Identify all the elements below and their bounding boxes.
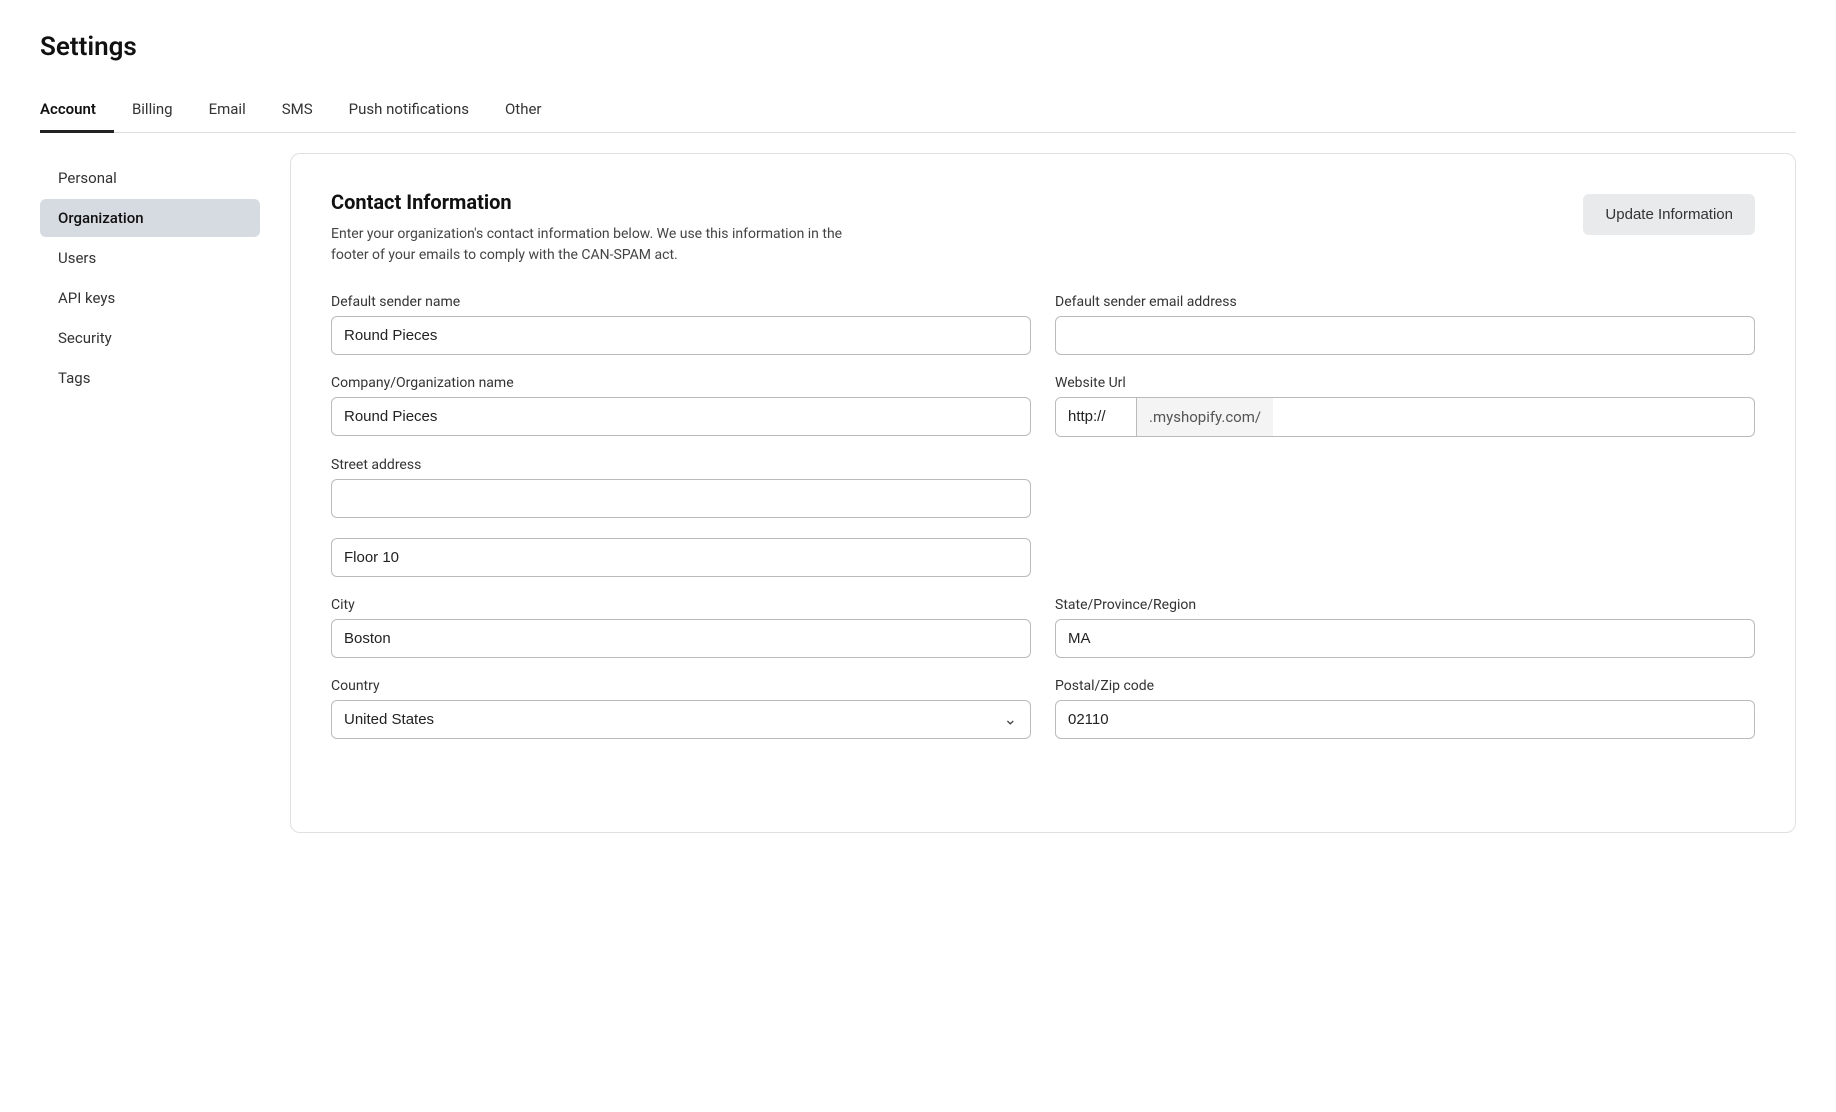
website-url-prefix-input[interactable]: [1056, 398, 1136, 436]
form-group-website: Website Url .myshopify.com/: [1055, 375, 1755, 437]
street-address-label: Street address: [331, 457, 1031, 473]
form-group-postal: Postal/Zip code: [1055, 678, 1755, 739]
tab-billing[interactable]: Billing: [114, 90, 191, 133]
sidebar: Personal Organization Users API keys Sec…: [40, 153, 260, 833]
form-group-city: City: [331, 597, 1031, 658]
form-group-sender-email: Default sender email address: [1055, 294, 1755, 355]
city-label: City: [331, 597, 1031, 613]
country-select-wrapper: United States Canada United Kingdom ⌄: [331, 700, 1031, 739]
sender-name-label: Default sender name: [331, 294, 1031, 310]
form-group-country: Country United States Canada United King…: [331, 678, 1031, 739]
form-group-company-name: Company/Organization name: [331, 375, 1031, 437]
sidebar-item-personal[interactable]: Personal: [40, 159, 260, 197]
company-name-label: Company/Organization name: [331, 375, 1031, 391]
tab-email[interactable]: Email: [191, 90, 264, 133]
sidebar-item-api-keys[interactable]: API keys: [40, 279, 260, 317]
country-label: Country: [331, 678, 1031, 694]
sender-name-input[interactable]: [331, 316, 1031, 355]
sidebar-item-tags[interactable]: Tags: [40, 359, 260, 397]
tab-push-notifications[interactable]: Push notifications: [331, 90, 487, 133]
form-row-street: Street address: [331, 457, 1755, 518]
form-group-state: State/Province/Region: [1055, 597, 1755, 658]
tab-bar: Account Billing Email SMS Push notificat…: [40, 90, 1796, 133]
form-group-street-label-only: Street address: [331, 457, 1031, 518]
state-input[interactable]: [1055, 619, 1755, 658]
sidebar-item-organization[interactable]: Organization: [40, 199, 260, 237]
card-header-text: Contact Information Enter your organizat…: [331, 190, 871, 266]
postal-label: Postal/Zip code: [1055, 678, 1755, 694]
website-url-suffix: .myshopify.com/: [1136, 398, 1273, 436]
country-select[interactable]: United States Canada United Kingdom: [331, 700, 1031, 739]
contact-information-card: Contact Information Enter your organizat…: [290, 153, 1796, 833]
form-row-company: Company/Organization name Website Url .m…: [331, 375, 1755, 437]
form-row-country-postal: Country United States Canada United King…: [331, 678, 1755, 739]
card-title: Contact Information: [331, 190, 871, 214]
street-address-input[interactable]: [331, 479, 1031, 518]
form-row-street2: [331, 538, 1755, 577]
city-input[interactable]: [331, 619, 1031, 658]
tab-account[interactable]: Account: [40, 90, 114, 133]
page-title: Settings: [40, 32, 1796, 62]
sidebar-item-security[interactable]: Security: [40, 319, 260, 357]
form-group-sender-name: Default sender name: [331, 294, 1031, 355]
sender-email-input[interactable]: [1055, 316, 1755, 355]
tab-sms[interactable]: SMS: [264, 90, 331, 133]
form-row-city-state: City State/Province/Region: [331, 597, 1755, 658]
sender-email-label: Default sender email address: [1055, 294, 1755, 310]
sidebar-item-users[interactable]: Users: [40, 239, 260, 277]
street-address2-input[interactable]: [331, 538, 1031, 577]
card-header: Contact Information Enter your organizat…: [331, 190, 1755, 266]
state-label: State/Province/Region: [1055, 597, 1755, 613]
company-name-input[interactable]: [331, 397, 1031, 436]
update-information-button[interactable]: Update Information: [1583, 194, 1755, 235]
website-url-label: Website Url: [1055, 375, 1755, 391]
postal-input[interactable]: [1055, 700, 1755, 739]
website-input-wrapper: .myshopify.com/: [1055, 397, 1755, 437]
card-description: Enter your organization's contact inform…: [331, 224, 871, 266]
form-group-street2: [331, 538, 1031, 577]
form-row-sender: Default sender name Default sender email…: [331, 294, 1755, 355]
tab-other[interactable]: Other: [487, 90, 560, 133]
